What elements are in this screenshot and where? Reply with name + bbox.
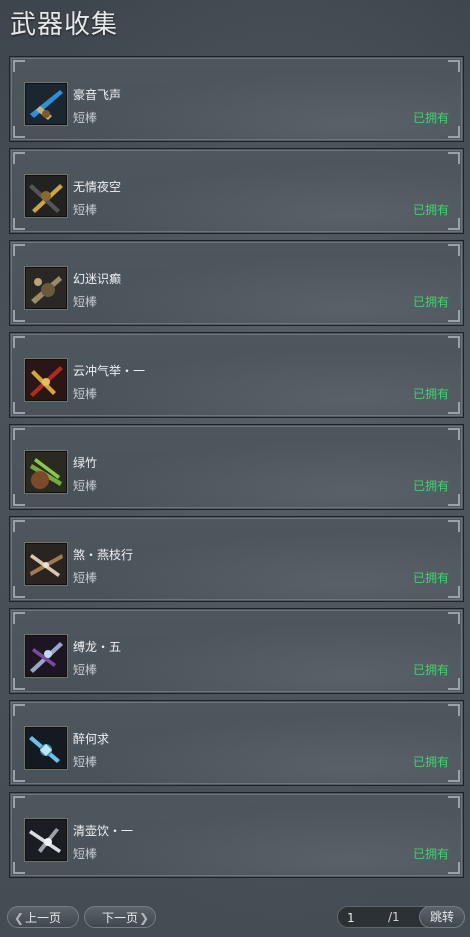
corner-ornament <box>448 244 460 256</box>
corner-ornament <box>448 770 460 782</box>
corner-ornament <box>448 336 460 348</box>
bronze-weapon-icon <box>25 267 67 309</box>
corner-ornament <box>448 494 460 506</box>
weapon-type: 短棒 <box>73 847 98 861</box>
owned-status: 已拥有 <box>412 479 449 493</box>
blue-blade-weapon-icon <box>25 83 67 125</box>
weapon-type: 短棒 <box>73 479 98 493</box>
weapon-name: 醉何求 <box>73 732 110 746</box>
corner-ornament <box>448 310 460 322</box>
corner-ornament <box>13 126 25 138</box>
prev-page-button[interactable]: ❮ 上一页 <box>7 906 79 928</box>
weapon-card[interactable]: 无情夜空 短棒 已拥有 <box>9 148 464 234</box>
owned-status: 已拥有 <box>412 847 449 861</box>
weapon-card[interactable]: 缚龙・五 短棒 已拥有 <box>9 608 464 694</box>
weapon-type: 短棒 <box>73 387 98 401</box>
purple-dragon-weapon-icon <box>25 635 67 677</box>
weapon-name: 清壶饮・一 <box>73 824 134 838</box>
weapon-type: 短棒 <box>73 755 98 769</box>
prev-page-label: 上一页 <box>24 911 61 925</box>
weapon-type: 短棒 <box>73 571 98 585</box>
weapon-name: 煞・燕枝行 <box>73 548 134 562</box>
corner-ornament <box>448 428 460 440</box>
chevron-left-icon: ❮ <box>14 911 25 925</box>
weapon-card[interactable]: 幻迷识癫 短棒 已拥有 <box>9 240 464 326</box>
gold-dark-weapon-icon <box>25 175 67 217</box>
jump-button[interactable]: 跳转 <box>419 906 465 928</box>
weapon-name: 缚龙・五 <box>73 640 122 654</box>
corner-ornament <box>13 862 25 874</box>
corner-ornament <box>13 770 25 782</box>
owned-status: 已拥有 <box>412 571 449 585</box>
corner-ornament <box>448 704 460 716</box>
weapon-card[interactable]: 绿竹 短棒 已拥有 <box>9 424 464 510</box>
owned-status: 已拥有 <box>412 663 449 677</box>
weapon-collection-panel: 武器收集 豪音飞声 短棒 已拥有 无情夜空 短棒 已拥有 幻迷识癫 短棒 已拥有… <box>0 0 470 937</box>
weapon-name: 绿竹 <box>73 456 98 470</box>
corner-ornament <box>448 520 460 532</box>
weapon-card[interactable]: 醉何求 短棒 已拥有 <box>9 700 464 786</box>
corner-ornament <box>13 520 25 532</box>
owned-status: 已拥有 <box>412 387 449 401</box>
silver-weapon-icon <box>25 819 67 861</box>
weapon-type: 短棒 <box>73 663 98 677</box>
corner-ornament <box>448 152 460 164</box>
page-jump-box: /1 跳转 <box>337 906 465 928</box>
corner-ornament <box>448 402 460 414</box>
weapon-type: 短棒 <box>73 203 98 217</box>
next-page-button[interactable]: 下一页 ❯ <box>84 906 156 928</box>
corner-ornament <box>13 218 25 230</box>
green-bamboo-weapon-icon <box>25 451 67 493</box>
corner-ornament <box>13 678 25 690</box>
weapon-type: 短棒 <box>73 295 98 309</box>
corner-ornament <box>13 402 25 414</box>
corner-ornament <box>13 612 25 624</box>
corner-ornament <box>448 60 460 72</box>
corner-ornament <box>448 678 460 690</box>
weapon-name: 无情夜空 <box>73 180 122 194</box>
weapon-card[interactable]: 云冲气举・一 短棒 已拥有 <box>9 332 464 418</box>
weapon-name: 云冲气举・一 <box>73 364 146 378</box>
wooden-crossed-weapon-icon <box>25 543 67 585</box>
page-title: 武器收集 <box>10 10 119 40</box>
corner-ornament <box>13 796 25 808</box>
corner-ornament <box>13 494 25 506</box>
corner-ornament <box>448 612 460 624</box>
chevron-right-icon: ❯ <box>138 911 149 925</box>
weapon-type: 短棒 <box>73 111 98 125</box>
red-gold-weapon-icon <box>25 359 67 401</box>
corner-ornament <box>448 126 460 138</box>
corner-ornament <box>448 218 460 230</box>
corner-ornament <box>448 586 460 598</box>
next-page-label: 下一页 <box>101 911 138 925</box>
corner-ornament <box>448 862 460 874</box>
owned-status: 已拥有 <box>412 111 449 125</box>
corner-ornament <box>448 796 460 808</box>
page-number-input[interactable] <box>342 909 387 927</box>
corner-ornament <box>13 244 25 256</box>
corner-ornament <box>13 704 25 716</box>
owned-status: 已拥有 <box>412 203 449 217</box>
corner-ornament <box>13 428 25 440</box>
owned-status: 已拥有 <box>412 295 449 309</box>
weapon-card[interactable]: 煞・燕枝行 短棒 已拥有 <box>9 516 464 602</box>
corner-ornament <box>13 336 25 348</box>
corner-ornament <box>13 60 25 72</box>
weapon-card[interactable]: 清壶饮・一 短棒 已拥有 <box>9 792 464 878</box>
weapon-list: 豪音飞声 短棒 已拥有 无情夜空 短棒 已拥有 幻迷识癫 短棒 已拥有 云冲气举… <box>9 56 464 884</box>
weapon-name: 豪音飞声 <box>73 88 122 102</box>
weapon-name: 幻迷识癫 <box>73 272 122 286</box>
weapon-card[interactable]: 豪音飞声 短棒 已拥有 <box>9 56 464 142</box>
owned-status: 已拥有 <box>412 755 449 769</box>
corner-ornament <box>13 586 25 598</box>
pagination-bar: ❮ 上一页 下一页 ❯ /1 跳转 <box>0 902 470 934</box>
corner-ornament <box>13 310 25 322</box>
page-total: /1 <box>388 910 400 924</box>
corner-ornament <box>13 152 25 164</box>
ice-blue-weapon-icon <box>25 727 67 769</box>
